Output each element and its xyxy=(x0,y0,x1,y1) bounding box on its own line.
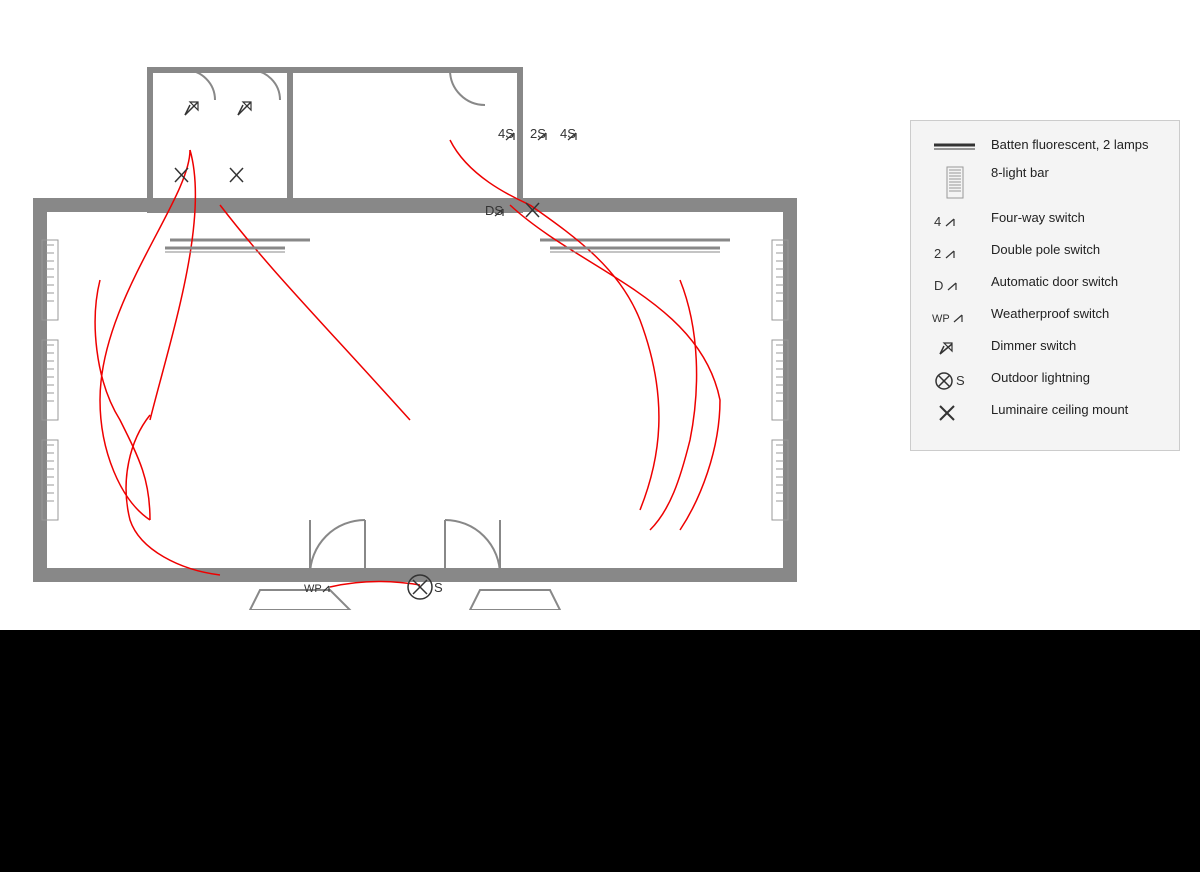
svg-text:S: S xyxy=(956,373,965,388)
auto-door-switch-symbol: D xyxy=(929,274,979,296)
8lightbar-label: 8-light bar xyxy=(991,165,1049,182)
weatherproof-switch-label: Weatherproof switch xyxy=(991,306,1109,323)
outdoor-lightning-label: Outdoor lightning xyxy=(991,370,1090,387)
legend-item-auto-door: D Automatic door switch xyxy=(929,274,1161,296)
dimmer-switch-symbol xyxy=(929,338,979,360)
legend-item-2pole: 2 Double pole switch xyxy=(929,242,1161,264)
legend-item-outdoor: S Outdoor lightning xyxy=(929,370,1161,392)
main-area: 4S 2S 4S D S WP S xyxy=(0,0,1200,630)
legend-item-weatherproof: WP Weatherproof switch xyxy=(929,306,1161,328)
legend-item-luminaire: Luminaire ceiling mount xyxy=(929,402,1161,424)
dimmer-switch-label: Dimmer switch xyxy=(991,338,1076,355)
svg-text:4S: 4S xyxy=(498,126,514,141)
batten-fluorescent-symbol xyxy=(929,137,979,155)
luminaire-label: Luminaire ceiling mount xyxy=(991,402,1128,419)
weatherproof-switch-symbol: WP xyxy=(929,306,979,328)
legend-item-8lightbar: 8-light bar xyxy=(929,165,1161,200)
4way-switch-label: Four-way switch xyxy=(991,210,1085,227)
4way-switch-symbol: 4 xyxy=(929,210,979,232)
svg-text:4: 4 xyxy=(934,214,941,229)
legend-box: Batten fluorescent, 2 lamps 8-light bar xyxy=(910,120,1180,451)
legend-item-dimmer: Dimmer switch xyxy=(929,338,1161,360)
black-area xyxy=(0,630,1200,872)
2pole-switch-label: Double pole switch xyxy=(991,242,1100,259)
floorplan: 4S 2S 4S DS WP S xyxy=(20,20,840,610)
svg-text:4S: 4S xyxy=(560,126,576,141)
svg-text:WP: WP xyxy=(304,583,322,595)
svg-text:WP: WP xyxy=(932,313,950,325)
legend-item-4way: 4 Four-way switch xyxy=(929,210,1161,232)
outdoor-lightning-symbol: S xyxy=(929,370,979,392)
auto-door-switch-label: Automatic door switch xyxy=(991,274,1118,291)
svg-text:D: D xyxy=(934,278,943,293)
2pole-switch-symbol: 2 xyxy=(929,242,979,264)
luminaire-symbol xyxy=(929,402,979,424)
svg-text:2: 2 xyxy=(934,246,941,261)
svg-text:2S: 2S xyxy=(530,126,546,141)
8lightbar-symbol xyxy=(929,165,979,200)
legend-item-batten: Batten fluorescent, 2 lamps xyxy=(929,137,1161,155)
svg-text:S: S xyxy=(434,580,443,595)
batten-fluorescent-label: Batten fluorescent, 2 lamps xyxy=(991,137,1149,154)
